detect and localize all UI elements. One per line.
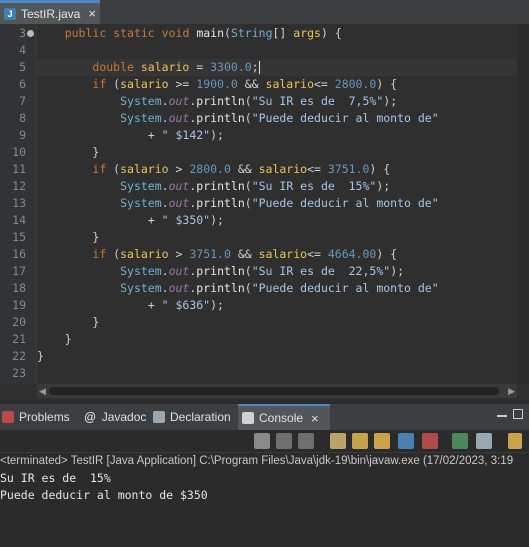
tab-problems[interactable]: Problems [2,404,70,430]
minimize-icon[interactable] [497,409,507,417]
tab-javadoc-label: Javadoc [101,410,147,424]
code-line-21: } [64,332,72,346]
console-icon [242,412,254,424]
line-number: 18 [12,281,26,295]
scroll-lock-icon[interactable] [352,433,368,449]
code-line-19: + " $636"); [147,298,224,312]
line-number: 12 [12,179,26,193]
editor-tab-testir[interactable]: J TestIR.java × [0,0,100,24]
line-number: 20 [12,315,26,329]
line-number: 13 [12,196,26,210]
remove-all-terminated-icon[interactable] [298,433,314,449]
line-number: 17 [12,264,26,278]
word-wrap-icon[interactable] [374,433,390,449]
show-on-error-icon[interactable] [422,433,438,449]
code-line-7: System.out.println("Su IR es de 7,5%"); [120,94,398,108]
code-line-12: System.out.println("Su IR es de 15%"); [120,179,391,193]
code-line-16: if (salario > 3751.0 && salario<= 4664.0… [92,247,398,261]
panel-tab-bar: Problems @ Javadoc Declaration Console × [0,404,529,430]
line-number: 21 [12,332,26,346]
line-number: 22 [12,349,26,363]
line-number: 14 [12,213,26,227]
declaration-icon [153,411,165,423]
scroll-left-icon[interactable]: ◀ [39,386,46,397]
line-number: 11 [12,162,26,176]
pin-console-icon[interactable] [452,433,468,449]
code-line-9: + " $142"); [147,128,224,142]
horizontal-scrollbar[interactable]: ◀ ▶ [37,384,517,398]
editor-tab-bar: J TestIR.java × [0,0,529,24]
line-number: 6 [19,77,26,91]
fold-toggle-icon[interactable] [27,30,34,37]
code-line-13: System.out.println("Puede deducir al mon… [120,196,439,210]
code-line-6: if (salario >= 1900.0 && salario<= 2800.… [92,77,398,91]
tab-console-label: Console [259,411,304,425]
code-line-10: } [92,145,100,159]
console-toolbar [0,430,529,452]
code-line-17: System.out.println("Su IR es de 22,5%"); [120,264,405,278]
tab-console[interactable]: Console × [238,404,330,430]
line-number: 23 [12,366,26,380]
console-line: Su IR es de 15% [0,471,111,485]
terminate-icon[interactable] [254,433,270,449]
line-number: 5 [19,60,26,74]
close-icon[interactable]: × [311,411,319,426]
maximize-icon[interactable] [513,409,523,419]
code-line-8: System.out.println("Puede deducir al mon… [120,111,439,125]
line-number: 10 [12,145,26,159]
code-line-11: if (salario > 2800.0 && salario<= 3751.0… [92,162,391,176]
vertical-scrollbar[interactable] [517,24,529,384]
line-number: 3 [19,26,26,40]
scrollbar-thumb[interactable] [49,387,499,395]
bottom-panel: Problems @ Javadoc Declaration Console × [0,404,529,547]
tab-problems-label: Problems [19,410,70,424]
console-output[interactable]: Su IR es de 15% Puede deducir al monto d… [0,470,208,504]
line-number-gutter: 3 4 5 6 7 8 9 10 11 12 13 14 15 16 17 18… [0,24,37,384]
tab-declaration[interactable]: Declaration [153,404,231,430]
tab-javadoc[interactable]: @ Javadoc [84,404,146,430]
editor-tab-label: TestIR.java [21,6,81,21]
code-editor[interactable]: 3 4 5 6 7 8 9 10 11 12 13 14 15 16 17 18… [0,24,529,400]
code-line-18: System.out.println("Puede deducir al mon… [120,281,439,295]
text-caret [258,61,260,74]
display-console-icon[interactable] [476,433,492,449]
line-number: 7 [19,94,26,108]
view-controls [497,409,523,419]
problems-icon [2,411,14,423]
line-number: 15 [12,230,26,244]
line-number: 16 [12,247,26,261]
code-text-area[interactable]: public static void main(String[] args) {… [37,24,517,384]
line-number: 4 [19,43,26,57]
code-line-20: } [92,315,100,329]
code-line-14: + " $350"); [147,213,224,227]
remove-launch-icon[interactable] [276,433,292,449]
code-line-22: } [37,349,44,363]
tab-declaration-label: Declaration [170,410,231,424]
open-console-icon[interactable] [508,433,522,449]
clear-console-icon[interactable] [330,433,346,449]
console-status: <terminated> TestIR [Java Application] C… [0,452,529,469]
scroll-right-icon[interactable]: ▶ [508,386,515,397]
console-line: Puede deducir al monto de $350 [0,488,208,502]
java-file-icon: J [4,7,16,20]
line-number: 8 [19,111,26,125]
code-line-5: double salario = 3300.0; [37,59,517,76]
javadoc-icon: @ [84,410,96,424]
line-number: 9 [19,128,26,142]
code-line-3: public static void main(String[] args) { [64,26,342,40]
show-on-output-icon[interactable] [398,433,414,449]
close-icon[interactable]: × [88,7,96,20]
code-line-15: } [92,230,100,244]
line-number: 19 [12,298,26,312]
